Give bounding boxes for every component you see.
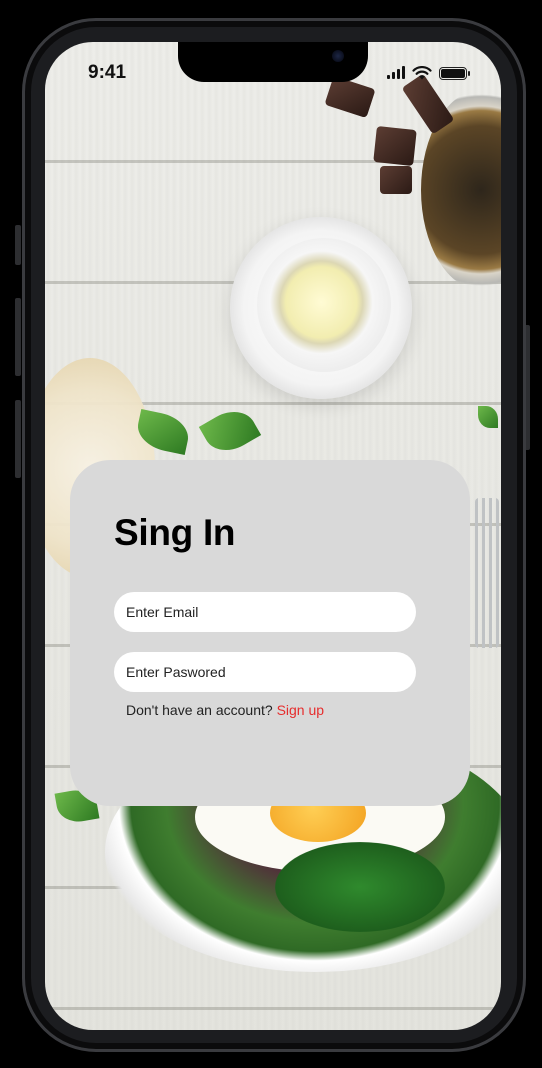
silent-switch	[15, 225, 21, 265]
status-time: 9:41	[88, 62, 127, 83]
signup-prompt: Don't have an account? Sign up	[126, 702, 324, 718]
cellular-signal-icon	[387, 66, 405, 79]
wifi-icon	[412, 66, 432, 80]
front-camera-icon	[332, 50, 344, 62]
milk-jug-image	[257, 238, 391, 372]
status-bar: 9:41	[45, 42, 501, 102]
chocolate-piece-image	[380, 166, 412, 194]
chocolate-piece-image	[373, 126, 417, 166]
signin-title: Sing In	[114, 512, 236, 553]
signup-link[interactable]: Sign up	[277, 702, 324, 718]
notch	[178, 42, 368, 82]
signin-card: Sing In Don't have an account? Sign up	[70, 460, 470, 806]
basil-leaf-image	[198, 402, 262, 460]
signup-prompt-text: Don't have an account?	[126, 702, 273, 718]
fork-image	[475, 498, 499, 648]
volume-up-button	[15, 298, 21, 376]
volume-down-button	[15, 400, 21, 478]
status-icons	[387, 66, 470, 80]
password-input[interactable]	[114, 652, 416, 692]
phone-screen: 9:41 Sing In Enter Email Don't have an a…	[45, 42, 501, 1030]
device-stage: 9:41 Sing In Enter Email Don't have an a…	[0, 0, 542, 1068]
email-input[interactable]	[114, 592, 416, 632]
battery-icon	[439, 66, 470, 80]
spinach-image	[275, 842, 445, 932]
basil-leaf-image	[478, 406, 498, 428]
